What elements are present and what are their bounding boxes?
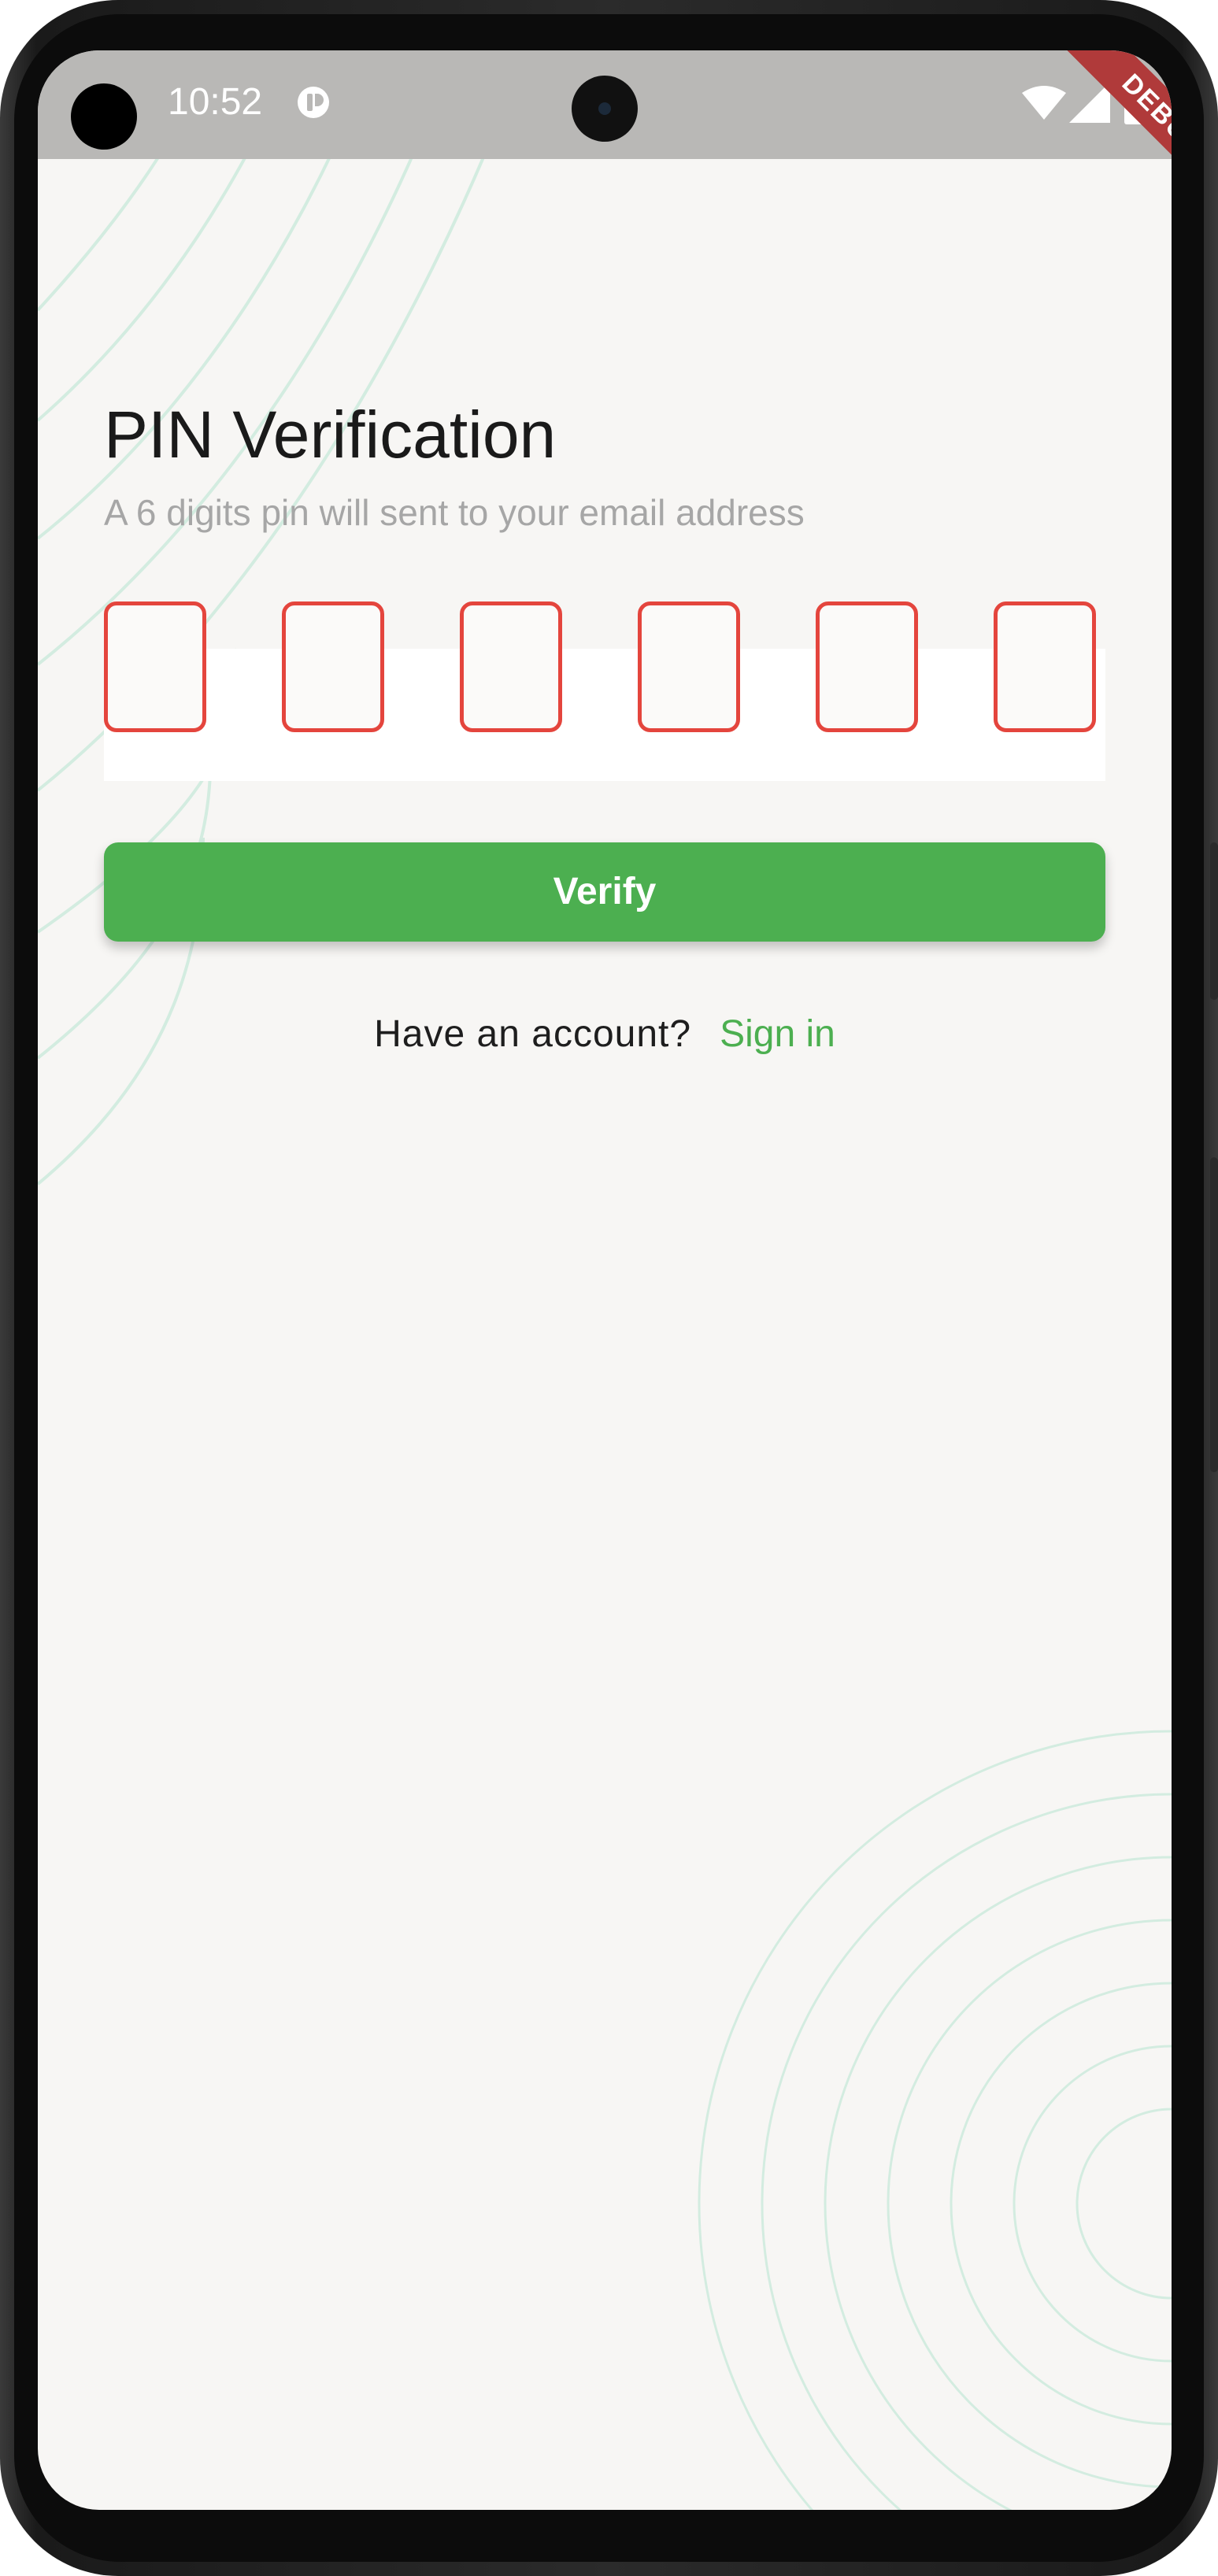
page-title: PIN Verification [104,398,557,472]
volume-button [1210,842,1218,1000]
pin-digit-3[interactable] [460,601,562,732]
front-camera [572,76,638,142]
pin-digit-1[interactable] [104,601,206,732]
sign-in-link[interactable]: Sign in [720,1013,835,1055]
page-subtitle: A 6 digits pin will sent to your email a… [104,492,805,533]
pin-field-background [104,649,1105,781]
debug-banner: DEBUG [1014,50,1172,208]
phone-frame: 10:52 DEBUG PIN Verification A 6 digits … [0,0,1218,2576]
pin-digit-6[interactable] [994,601,1096,732]
pin-digit-4[interactable] [638,601,740,732]
verify-button[interactable]: Verify [104,842,1105,942]
pin-digit-2[interactable] [282,601,384,732]
app-screen: 10:52 DEBUG PIN Verification A 6 digits … [38,50,1172,2510]
debug-banner-label: DEBUG [1064,50,1172,208]
power-button [1210,1157,1218,1472]
have-account-text: Have an account? [374,1013,692,1055]
status-time: 10:52 [168,81,263,123]
camera-cutout [71,83,137,150]
pin-digit-5[interactable] [816,601,918,732]
status-bar: 10:52 [38,50,1172,159]
notification-app-icon [296,85,331,120]
sign-in-prompt: Have an account? Sign in [38,1012,1172,1056]
